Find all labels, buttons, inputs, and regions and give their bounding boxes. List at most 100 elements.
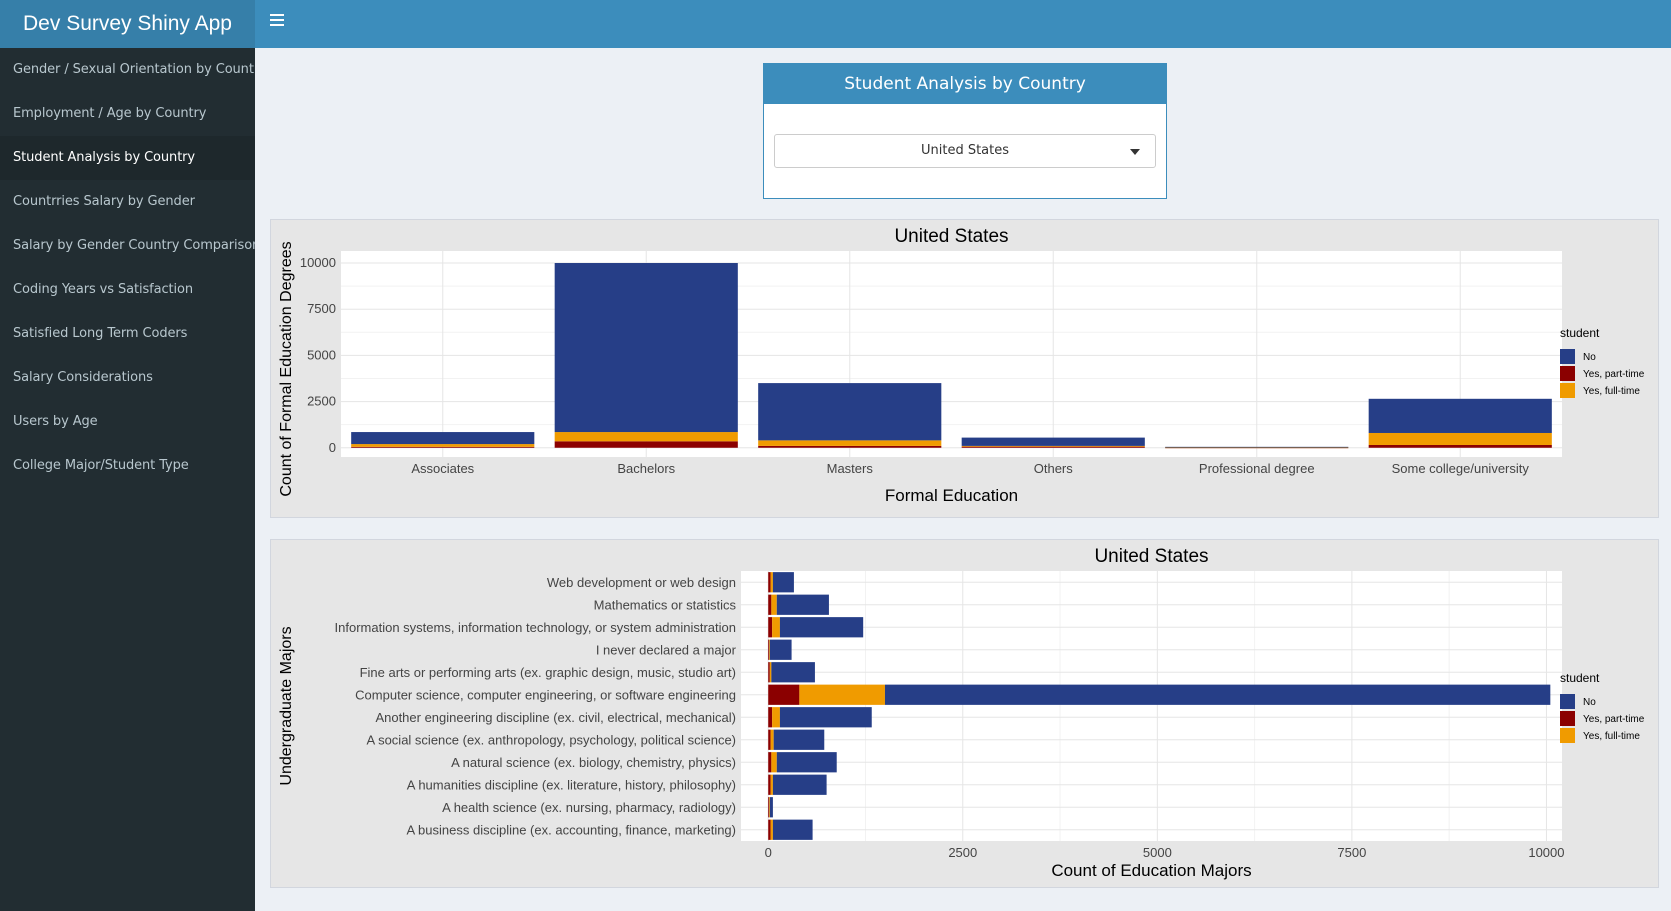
- bar-another-engineering-discipline-ex-civil--yes-full-time: [772, 707, 780, 728]
- x-tick-label: 2500: [948, 845, 977, 860]
- bar-a-social-science-ex-anthropology-psychol-no: [773, 729, 825, 750]
- y-tick-label: A natural science (ex. biology, chemistr…: [451, 755, 736, 770]
- bar-fine-arts-or-performing-arts-ex-graphic--yes-full-time: [769, 662, 772, 683]
- y-tick-label: 10000: [300, 255, 336, 270]
- bar-fine-arts-or-performing-arts-ex-graphic--no: [771, 662, 815, 683]
- x-tick-label: Others: [1034, 461, 1074, 476]
- bar-a-business-discipline-ex-accounting-fina-yes-part-time: [768, 819, 771, 840]
- y-axis-label: Count of Formal Education Degrees: [278, 241, 295, 496]
- legend-key-no: [1560, 694, 1575, 709]
- bar-a-health-science-ex-nursing-pharmacy-rad-yes-part-time: [768, 797, 770, 818]
- bar-associates-yes-part-time: [351, 446, 535, 448]
- y-tick-label: Information systems, information technol…: [335, 620, 736, 635]
- education-chart-svg: Associates Bachelors Masters Others Professi…: [278, 226, 1645, 505]
- bar-some-college-university-yes-part-time: [1368, 444, 1552, 448]
- x-axis-label: Formal Education: [885, 486, 1018, 505]
- country-select[interactable]: United States: [774, 134, 1156, 168]
- bar-another-engineering-discipline-ex-civil--no: [779, 707, 872, 728]
- y-tick-label: Web development or web design: [547, 575, 736, 590]
- sidebar-item-coding-years[interactable]: Coding Years vs Satisfaction: [0, 268, 255, 312]
- bar-some-college-university-yes-full-time: [1368, 432, 1552, 445]
- sidebar-item-salary-by-gender[interactable]: Countrries Salary by Gender: [0, 180, 255, 224]
- x-tick-label: 0: [765, 845, 772, 860]
- x-tick-label: 5000: [1143, 845, 1172, 860]
- bar-another-engineering-discipline-ex-civil--yes-part-time: [768, 707, 773, 728]
- x-tick-label: 7500: [1337, 845, 1366, 860]
- x-tick-label: Associates: [411, 461, 474, 476]
- bar-a-natural-science-ex-biology-chemistry-p-no: [776, 752, 837, 773]
- bar-associates-no: [351, 432, 535, 445]
- majors-chart: Web development or web design Mathematics…: [270, 539, 1659, 888]
- bar-others-yes-full-time: [961, 445, 1145, 447]
- bar-masters-no: [758, 383, 942, 441]
- legend-label-yes-part-time: Yes, part-time: [1583, 369, 1645, 380]
- bar-computer-science-computer-engineering-or-yes-part-time: [768, 684, 800, 705]
- bar-computer-science-computer-engineering-or-no: [884, 684, 1551, 705]
- sidebar-toggle-icon[interactable]: [270, 14, 284, 28]
- bar-a-humanities-discipline-ex-literature-hi-yes-part-time: [768, 774, 771, 795]
- legend-label-no: No: [1583, 352, 1596, 363]
- legend-key-yes-full-time: [1560, 728, 1575, 743]
- bar-i-never-declared-a-major-no: [769, 639, 792, 660]
- bar-masters-yes-full-time: [758, 440, 942, 446]
- bar-others-no: [961, 437, 1145, 446]
- x-tick-label: Professional degree: [1199, 461, 1315, 476]
- top-navbar: Dev Survey Shiny App: [0, 0, 1671, 48]
- sidebar-item-student-analysis[interactable]: Student Analysis by Country: [0, 136, 255, 180]
- legend-label-yes-full-time: Yes, full-time: [1583, 731, 1640, 742]
- y-tick-label: A health science (ex. nursing, pharmacy,…: [442, 800, 736, 815]
- plot-panel: [741, 571, 1562, 841]
- y-tick-label: A business discipline (ex. accounting, f…: [406, 822, 736, 837]
- bar-mathematics-or-statistics-no: [776, 594, 829, 615]
- sidebar-item-gender-comparison[interactable]: Salary by Gender Country Comparison: [0, 224, 255, 268]
- legend-title: student: [1560, 326, 1600, 340]
- bar-a-health-science-ex-nursing-pharmacy-rad-no: [769, 797, 773, 818]
- app-title[interactable]: Dev Survey Shiny App: [0, 0, 255, 48]
- bar-web-development-or-web-design-yes-full-time: [770, 572, 773, 593]
- x-tick-label: 10000: [1528, 845, 1564, 860]
- bar-i-never-declared-a-major-yes-full-time: [769, 639, 770, 660]
- chevron-down-icon[interactable]: [1130, 149, 1140, 155]
- majors-chart-svg: Web development or web design Mathematics…: [278, 546, 1645, 880]
- bar-a-natural-science-ex-biology-chemistry-p-yes-full-time: [771, 752, 777, 773]
- sidebar-item-college-major[interactable]: College Major/Student Type: [0, 444, 255, 488]
- bar-computer-science-computer-engineering-or-yes-full-time: [799, 684, 885, 705]
- filter-box: Student Analysis by Country United State…: [763, 63, 1167, 199]
- bar-a-business-discipline-ex-accounting-fina-no: [772, 819, 813, 840]
- x-tick-label: Masters: [827, 461, 874, 476]
- sidebar-item-salary-considerations[interactable]: Salary Considerations: [0, 356, 255, 400]
- y-tick-label: A social science (ex. anthropology, psyc…: [367, 732, 736, 747]
- chart-title: United States: [894, 226, 1008, 247]
- legend-label-no: No: [1583, 697, 1596, 708]
- education-chart: Associates Bachelors Masters Others Professi…: [270, 219, 1659, 518]
- bar-information-systems-information-technolo-yes-full-time: [772, 617, 780, 638]
- legend-key-yes-part-time: [1560, 711, 1575, 726]
- x-tick-label: Bachelors: [617, 461, 675, 476]
- bar-professional-degree-no: [1165, 446, 1349, 448]
- x-axis-label: Count of Education Majors: [1051, 861, 1251, 880]
- bar-web-development-or-web-design-no: [772, 572, 794, 593]
- bar-a-natural-science-ex-biology-chemistry-p-yes-part-time: [768, 752, 772, 773]
- bar-a-humanities-discipline-ex-literature-hi-no: [772, 774, 827, 795]
- sidebar-item-long-term-coders[interactable]: Satisfied Long Term Coders: [0, 312, 255, 356]
- y-tick-label: Mathematics or statistics: [594, 597, 737, 612]
- x-tick-label: Some college/university: [1392, 461, 1530, 476]
- bar-a-business-discipline-ex-accounting-fina-yes-full-time: [770, 819, 773, 840]
- legend-key-yes-full-time: [1560, 383, 1575, 398]
- y-tick-label: 2500: [307, 394, 336, 409]
- bar-information-systems-information-technolo-yes-part-time: [768, 617, 773, 638]
- legend-label-yes-part-time: Yes, part-time: [1583, 714, 1645, 725]
- y-tick-label: Another engineering discipline (ex. civi…: [375, 710, 736, 725]
- bar-mathematics-or-statistics-yes-part-time: [768, 594, 772, 615]
- bar-some-college-university-no: [1368, 398, 1552, 433]
- bar-bachelors-yes-part-time: [554, 441, 738, 448]
- bar-professional-degree-yes-full-time: [1165, 447, 1349, 449]
- sidebar-item-gender-orientation[interactable]: Gender / Sexual Orientation by Country: [0, 48, 255, 92]
- sidebar-item-users-by-age[interactable]: Users by Age: [0, 400, 255, 444]
- y-tick-label: 5000: [307, 347, 336, 362]
- bar-masters-yes-part-time: [758, 445, 942, 448]
- legend-key-yes-part-time: [1560, 366, 1575, 381]
- bar-i-never-declared-a-major-yes-part-time: [768, 639, 770, 660]
- sidebar-item-employment-age[interactable]: Employment / Age by Country: [0, 92, 255, 136]
- bar-web-development-or-web-design-yes-part-time: [768, 572, 771, 593]
